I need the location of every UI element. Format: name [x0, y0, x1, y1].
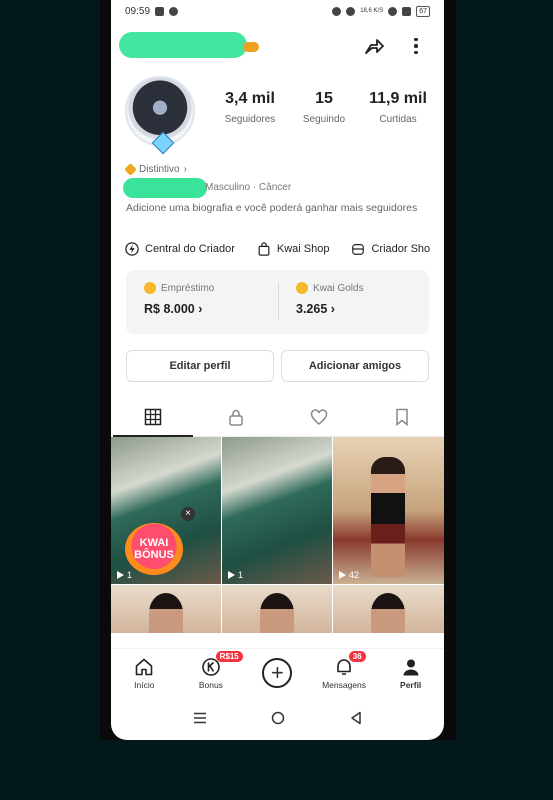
- bonus-badge: R$15: [215, 651, 243, 662]
- edit-profile-button[interactable]: Editar perfil: [126, 350, 274, 382]
- zodiac-label: Câncer: [258, 182, 292, 193]
- play-icon: [339, 571, 346, 579]
- home-icon: [135, 658, 153, 676]
- divider: [278, 282, 279, 320]
- more-options-button[interactable]: [410, 34, 422, 58]
- nav-profile[interactable]: Perfil: [377, 649, 444, 693]
- gender-label: Masculino: [205, 182, 251, 193]
- video-thumbnail[interactable]: 1: [222, 437, 332, 584]
- recent-apps-icon[interactable]: [193, 712, 207, 724]
- grid-icon: [144, 408, 161, 426]
- messages-badge: 36: [348, 651, 366, 662]
- loan-section[interactable]: Empréstimo R$ 8.000 ›: [144, 282, 214, 316]
- chevron-right-icon: ›: [198, 302, 203, 316]
- bookmark-icon: [396, 408, 409, 426]
- phone-screen: 09:59 18,6 K/S 67 3,4 mil Seguidores 15 …: [111, 0, 444, 740]
- wallet-card: Empréstimo R$ 8.000 › Kwai Golds 3.265 ›: [126, 270, 429, 334]
- creator-shortcuts: Central do Criador Kwai Shop Criador Sho: [111, 238, 444, 260]
- tab-saved[interactable]: [361, 398, 444, 436]
- status-bar: 09:59 18,6 K/S 67: [111, 0, 444, 22]
- nav-messages[interactable]: 36 Mensagens: [311, 649, 378, 693]
- level-badge: [243, 42, 259, 52]
- nav-bonus[interactable]: R$15 Bonus: [178, 649, 245, 693]
- distintivo-link[interactable]: Distintivo ›: [111, 162, 444, 176]
- content-tabs: [111, 398, 444, 437]
- tab-posts[interactable]: [111, 398, 194, 437]
- lock-icon: [229, 409, 243, 426]
- store-icon: [352, 244, 365, 255]
- bottom-navigation: Início R$15 Bonus + 36 Mensagens Perfil: [111, 648, 444, 693]
- video-thumbnail[interactable]: [222, 585, 332, 633]
- kwai-golds-section[interactable]: Kwai Golds 3.265 ›: [296, 282, 364, 316]
- profile-actions: Editar perfil Adicionar amigos: [111, 350, 444, 382]
- likes-stat[interactable]: 11,9 mil Curtidas: [363, 90, 433, 125]
- following-stat[interactable]: 15 Seguindo: [289, 90, 359, 125]
- network-speed: 18,6 K/S: [360, 8, 384, 14]
- play-icon: [228, 571, 235, 579]
- badge-hexagon-icon: [124, 162, 137, 176]
- close-icon[interactable]: ×: [181, 507, 195, 521]
- money-bag-icon: [144, 282, 156, 294]
- nav-home[interactable]: Início: [111, 649, 178, 693]
- kwai-bonus-badge[interactable]: KWAI BÔNUS: [125, 523, 183, 575]
- chevron-right-icon: ›: [330, 302, 335, 316]
- back-triangle-icon[interactable]: [350, 711, 362, 725]
- gold-coin-icon: [296, 282, 308, 294]
- video-thumbnail[interactable]: [333, 585, 444, 633]
- shopping-bag-icon: [258, 242, 270, 256]
- kwai-shop-link[interactable]: Kwai Shop: [257, 242, 329, 256]
- share-icon[interactable]: [362, 34, 386, 58]
- youtube-icon: [155, 6, 165, 16]
- creator-shop-link[interactable]: Criador Sho: [351, 242, 430, 256]
- battery-indicator: 67: [416, 5, 430, 17]
- whatsapp-icon: [169, 6, 179, 16]
- thumbnail-person: [371, 457, 405, 577]
- headphones-icon: [332, 6, 342, 16]
- add-friends-button[interactable]: Adicionar amigos: [281, 350, 429, 382]
- tab-private[interactable]: [194, 398, 277, 436]
- moon-icon: [346, 6, 356, 16]
- lightning-icon: [125, 242, 139, 256]
- video-thumbnail[interactable]: [111, 585, 221, 633]
- profile-meta: Masculino · Câncer: [111, 176, 444, 200]
- system-navigation: [111, 700, 444, 736]
- video-grid: × KWAI BÔNUS 1 1 42: [111, 437, 444, 633]
- profile-header: [111, 22, 444, 72]
- followers-stat[interactable]: 3,4 mil Seguidores: [215, 90, 285, 125]
- play-icon: [117, 571, 124, 579]
- video-thumbnail[interactable]: 42: [333, 437, 444, 584]
- airplane-icon: [402, 6, 412, 16]
- chevron-right-icon: ›: [183, 163, 187, 175]
- plus-icon: +: [262, 658, 293, 688]
- user-id-redacted: [123, 178, 207, 198]
- profile-summary: 3,4 mil Seguidores 15 Seguindo 11,9 mil …: [111, 72, 444, 162]
- creator-center-link[interactable]: Central do Criador: [125, 242, 235, 256]
- profile-stats: 3,4 mil Seguidores 15 Seguindo 11,9 mil …: [215, 90, 433, 125]
- username-redacted: [119, 32, 247, 58]
- home-circle-icon[interactable]: [271, 711, 285, 725]
- person-icon: [403, 659, 419, 676]
- video-thumbnail[interactable]: × KWAI BÔNUS 1: [111, 437, 221, 584]
- tab-liked[interactable]: [278, 398, 361, 436]
- heart-icon: [310, 409, 328, 425]
- status-time: 09:59: [125, 5, 151, 17]
- nav-create[interactable]: +: [244, 649, 311, 693]
- bio-text[interactable]: Adicione uma biografia e você poderá gan…: [111, 202, 444, 232]
- wifi-icon: [388, 6, 398, 16]
